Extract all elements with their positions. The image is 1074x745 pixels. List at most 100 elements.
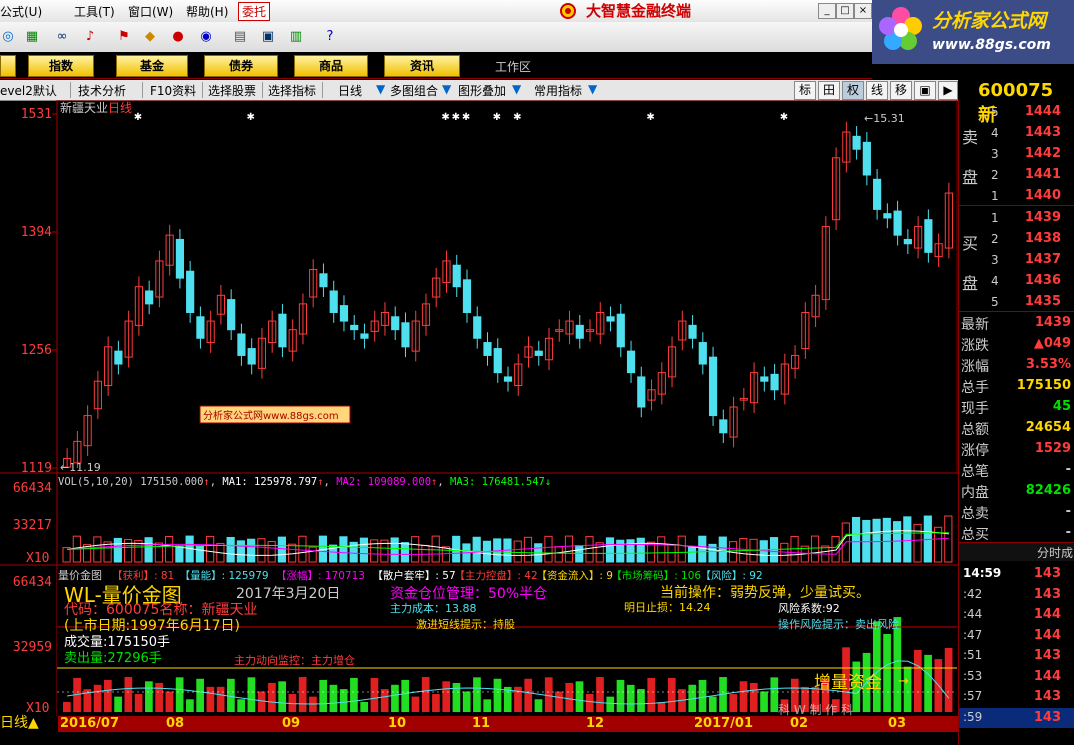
quote-label: 现手 [961,401,989,417]
indicator-bar [401,679,410,712]
crosshair-button[interactable]: 田 [818,81,840,100]
period-switch[interactable]: 日线▲ [0,712,39,732]
buy-row[interactable]: 1 1439 [959,208,1074,228]
close-button[interactable]: × [854,3,872,19]
signal-star-icon: ✱ [134,112,142,123]
chevron-down-icon[interactable]: ▼ [588,82,597,96]
candlestick-series [63,121,953,468]
sell-row[interactable]: 4 1443 [959,123,1074,143]
menu-tools[interactable]: 工具(T) [74,3,115,20]
maximize-button[interactable]: □ [836,3,854,19]
common-indicator-dropdown[interactable]: 常用指标 [534,82,582,99]
volume-bar [144,537,153,563]
brand-banner[interactable]: 分析家公式网 www.88gs.com [872,0,1074,64]
quote-row: 涨跌 ▲049 [959,334,1074,354]
candle-body [319,273,328,288]
chevron-down-icon[interactable]: ▼ [512,82,521,96]
nav-news-button[interactable]: 资讯 [384,55,460,77]
chevron-down-icon[interactable]: ▼ [442,82,451,96]
candle-body [401,322,410,348]
tick-row[interactable]: :57 143 [959,687,1074,707]
workspace-label[interactable]: 工作区 [495,58,531,75]
tick-row[interactable]: :42 143 [959,585,1074,605]
candle-body [893,210,902,236]
ind-position: 资金仓位管理：50%半仓 [390,586,547,602]
period-day-dropdown[interactable]: 日线 [338,82,362,99]
toolbar-flag-icon[interactable]: ⚑ [116,29,132,45]
tick-row[interactable]: 14:59 143 [959,564,1074,584]
f10-tab[interactable]: F10资料 [150,82,196,99]
toolbar-glasses-icon[interactable]: ◎ [0,29,16,45]
signal-star-icon: ✱ [780,112,788,123]
nav-fund-button[interactable]: 基金 [116,55,188,77]
buy-row[interactable]: 4 1436 [959,271,1074,291]
tick-row[interactable]: :47 144 [959,626,1074,646]
sell-row[interactable]: 3 1442 [959,144,1074,164]
volume-bar [390,537,399,563]
trust-tab[interactable]: 委托 [238,2,271,21]
ind-volume: 成交量:175150手 [64,634,170,650]
nav-bond-button[interactable]: 债券 [204,55,278,77]
nav-commodity-button[interactable]: 商品 [294,55,368,77]
volume-bar [247,538,256,563]
toolbar-help-icon[interactable]: ? [322,29,338,45]
level2-default-tab[interactable]: evel2默认 [0,82,57,99]
tick-row[interactable]: :53 144 [959,667,1074,687]
select-indicator-tab[interactable]: 选择指标 [268,82,316,99]
volume-bar [687,546,697,563]
volume-bar [698,535,707,563]
quote-row: 总额 24654 [959,418,1074,438]
chart-area[interactable]: 1531 1394 1256 1119 新疆天业 日线 ✱ ✱ ✱ ✱ ✱ ✱ ✱ ✱ ✱ ←1… [0,100,958,745]
sell-row[interactable]: 5 1444 [959,102,1074,122]
menu-formula[interactable]: 公式(U) [0,3,42,20]
menu-window[interactable]: 窗口(W) [128,3,173,20]
tick-row[interactable]: :44 144 [959,605,1074,625]
menu-help[interactable]: 帮助(H) [186,3,228,20]
indicator-bar [657,701,666,712]
toolbar-binoculars-icon[interactable]: ∞ [54,29,70,45]
buy-row[interactable]: 3 1437 [959,250,1074,270]
toolbar-alarm-icon[interactable]: ♪ [82,29,98,45]
play-button[interactable]: ▶ [938,81,958,100]
rights-button[interactable]: 权 [842,81,864,100]
select-stock-tab[interactable]: 选择股票 [208,82,256,99]
tick-row[interactable]: :51 143 [959,646,1074,666]
toolbar-books-icon[interactable]: ▥ [288,29,304,45]
mark-button[interactable]: 标 [794,81,816,100]
signal-star-icon: ✱ [247,112,255,123]
sell-row[interactable]: 2 1441 [959,165,1074,185]
multi-chart-dropdown[interactable]: 多图组合 [390,82,438,99]
candle-body [924,219,933,253]
buy-row[interactable]: 5 1435 [959,292,1074,312]
toolbar-target-icon[interactable]: ◉ [198,29,214,45]
window-toggle-button[interactable]: ▣ [914,81,936,100]
tick-row[interactable]: :59 143 [959,707,1074,728]
chevron-down-icon[interactable]: ▼ [376,82,385,96]
candle-body [688,324,697,339]
toolbar-grid-icon[interactable]: ▦ [24,29,40,45]
overlay-dropdown[interactable]: 图形叠加 [458,82,506,99]
move-button[interactable]: 移 [890,81,912,100]
quote-label: 最新 [961,317,989,333]
toolbar-record-icon[interactable]: ● [170,29,186,45]
minimize-button[interactable]: _ [818,3,836,19]
vol-x10: X10 [26,551,49,566]
quote-label: 涨停 [961,443,989,459]
sell-row[interactable]: 1 1440 [959,186,1074,206]
indicator-bar [913,649,922,712]
nav-index-button[interactable]: 指数 [28,55,94,77]
toolbar-diamond-icon[interactable]: ◆ [142,29,158,45]
tech-analysis-tab[interactable]: 技术分析 [78,82,126,99]
buy-row[interactable]: 2 1438 [959,229,1074,249]
date-label: 10 [388,716,407,731]
indicator-bar [462,691,471,712]
candle-body [114,350,123,365]
line-button[interactable]: 线 [866,81,888,100]
quote-value: 3.53% [1025,357,1071,372]
volume-bar [862,519,871,563]
quote-value: 45 [1052,399,1071,414]
indicator-bar [186,699,194,712]
nav-left-stub[interactable] [0,55,16,77]
toolbar-window-icon[interactable]: ▣ [260,29,276,45]
toolbar-print-icon[interactable]: ▤ [232,29,248,45]
